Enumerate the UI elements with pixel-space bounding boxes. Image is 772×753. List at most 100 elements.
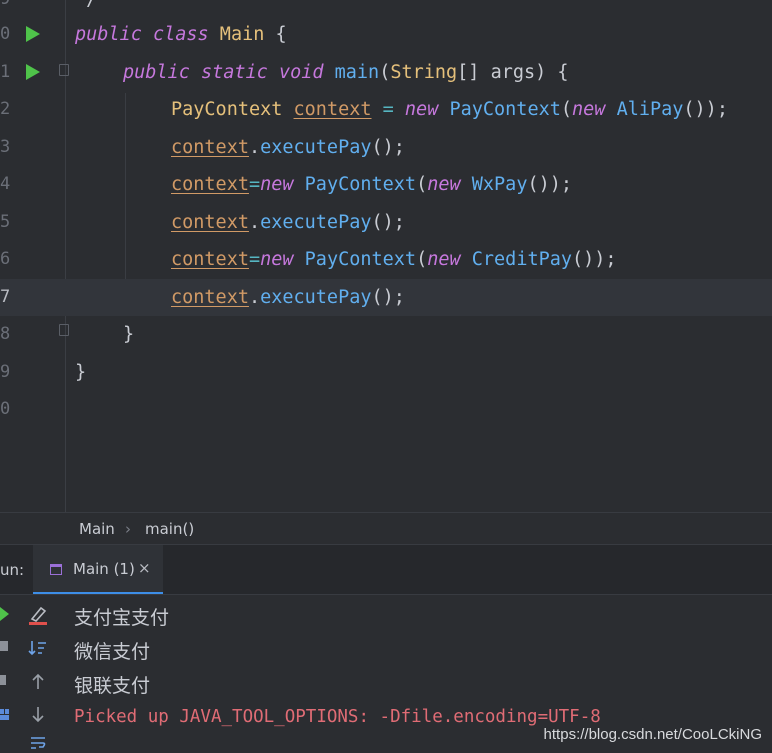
pin-icon[interactable]	[0, 673, 10, 687]
soft-wrap-icon[interactable]	[29, 736, 47, 750]
code-token: (	[379, 62, 391, 83]
line-number: 8	[0, 324, 11, 344]
code-token: executePay	[260, 287, 372, 308]
layout-icon[interactable]	[0, 709, 10, 721]
code-text: public class Main {	[75, 16, 287, 53]
code-token: context	[171, 212, 249, 233]
code-text: context=new PayContext(new WxPay());	[171, 166, 572, 203]
code-line[interactable]: 2 PayContext context = new PayContext(new…	[0, 91, 772, 128]
tab-label: Main (1)	[73, 560, 135, 578]
console-window-icon	[50, 564, 62, 575]
clear-console-icon[interactable]	[28, 605, 48, 625]
code-token: public	[75, 24, 142, 45]
code-token: new	[427, 249, 461, 270]
stop-icon[interactable]	[0, 639, 10, 653]
code-token: }	[75, 362, 87, 383]
run-gutter-icon[interactable]	[26, 26, 40, 42]
line-number: 3	[0, 137, 11, 157]
code-line[interactable]: 0	[0, 391, 772, 428]
code-line[interactable]: 7 context.executePay();	[0, 279, 772, 316]
line-number: 4	[0, 174, 11, 194]
line-number: 9	[0, 362, 11, 382]
code-text: PayContext context = new PayContext(new …	[171, 91, 728, 128]
code-token: }	[123, 324, 135, 345]
run-label: un:	[0, 561, 25, 579]
code-text: context.executePay();	[171, 204, 405, 241]
breadcrumb-method[interactable]: main()	[145, 520, 194, 538]
breadcrumb-separator-icon: ›	[125, 520, 131, 538]
console-output-line: 支付宝支付	[74, 607, 170, 629]
sort-icon[interactable]	[28, 639, 48, 657]
tab-main-run[interactable]: Main (1) ×	[33, 545, 163, 595]
code-token: new	[427, 174, 461, 195]
code-token: =	[248, 249, 261, 270]
code-token: PayContext	[449, 99, 561, 120]
code-token: Main	[208, 24, 265, 45]
code-token: new	[572, 99, 606, 120]
code-token: WxPay	[471, 174, 528, 195]
code-line[interactable]: 0 public class Main {	[0, 16, 772, 53]
code-token: context	[171, 174, 249, 195]
line-number: 0	[0, 24, 11, 44]
code-token: context	[171, 287, 249, 308]
rerun-icon[interactable]	[0, 607, 10, 621]
breadcrumb-class[interactable]: Main	[79, 520, 115, 538]
arrow-down-icon[interactable]	[30, 705, 46, 723]
line-number: 6	[0, 249, 11, 269]
code-token: ();	[371, 287, 405, 308]
code-token: (	[560, 99, 573, 120]
code-token: AliPay	[616, 99, 684, 120]
code-text: public static void main(String[] args) {	[123, 54, 569, 91]
code-line[interactable]: 5 context.executePay();	[0, 204, 772, 241]
console-stderr-line: Picked up JAVA_TOOL_OPTIONS: -Dfile.enco…	[74, 707, 601, 727]
code-token: =	[371, 99, 405, 120]
code-token: public	[123, 62, 190, 83]
code-token: PayContext	[171, 99, 283, 120]
console-output-line: 微信支付	[74, 641, 151, 663]
code-token: String	[390, 62, 458, 83]
code-editor[interactable]: 9 */ 0 public class Main {1public static vo…	[0, 0, 772, 512]
code-token: */	[75, 0, 97, 10]
code-line[interactable]: 6 context=new PayContext(new CreditPay())…	[0, 241, 772, 278]
code-line[interactable]: 3 context.executePay();	[0, 129, 772, 166]
code-line[interactable]: 1 public static void main(String[] args) …	[0, 54, 772, 91]
code-line[interactable]: 4 context=new PayContext(new WxPay());	[0, 166, 772, 203]
run-tool-window-header: un: Main (1) ×	[0, 544, 772, 595]
arrow-up-icon[interactable]	[30, 673, 46, 691]
console-panel: 支付宝支付 微信支付 银联支付 Picked up JAVA_TOOL_OPTI…	[0, 594, 772, 753]
code-token: .	[248, 287, 261, 308]
code-token: .	[248, 212, 261, 233]
fold-icon[interactable]	[59, 324, 69, 336]
code-text: }	[75, 354, 86, 391]
code-token: ());	[527, 174, 573, 195]
close-icon[interactable]: ×	[138, 559, 151, 577]
code-token: executePay	[260, 212, 372, 233]
breadcrumb: Main › main()	[0, 512, 772, 545]
code-line[interactable]: 8}	[0, 316, 772, 353]
code-token: PayContext	[304, 249, 417, 270]
run-gutter-icon[interactable]	[26, 64, 40, 80]
code-line[interactable]: 9}	[0, 354, 772, 391]
code-token: context	[171, 249, 249, 270]
code-token: ();	[371, 137, 405, 158]
code-text: context=new PayContext(new CreditPay());	[171, 241, 617, 278]
fold-icon[interactable]	[59, 64, 69, 76]
code-token: =	[248, 174, 261, 195]
code-text: }	[123, 316, 134, 353]
code-token: (	[416, 249, 428, 270]
code-token: void	[278, 62, 324, 83]
code-token: PayContext	[304, 174, 417, 195]
line-number: 7	[0, 287, 11, 307]
code-token: new	[260, 249, 294, 270]
line-number: 2	[0, 99, 11, 119]
